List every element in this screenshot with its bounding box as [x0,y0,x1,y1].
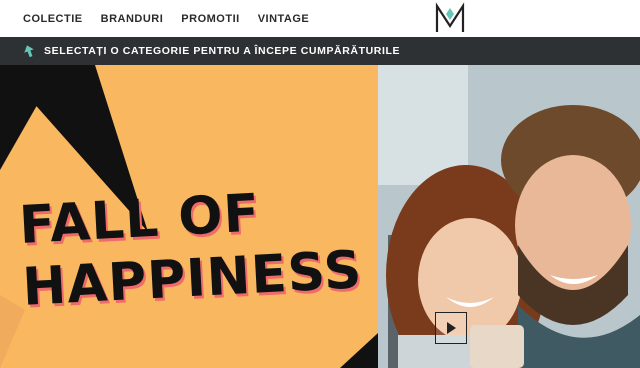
category-bar-text: SELECTAȚI O CATEGORIE PENTRU A ÎNCEPE CU… [44,45,401,57]
hero-headline: FALL OF HAPPINESS [18,181,378,317]
nav-item-branduri[interactable]: BRANDURI [101,13,164,25]
nav-item-promotii[interactable]: PROMOTII [181,13,239,25]
couple-photo-illustration [378,65,640,368]
play-icon [447,322,456,334]
nav-links: COLECTIE BRANDURI PROMOTII VINTAGE [0,13,309,25]
arrow-up-icon [24,45,34,58]
hero-banner[interactable]: FALL OF HAPPINESS [0,65,640,368]
hero-text-panel: FALL OF HAPPINESS [0,65,378,368]
hero-photo [378,65,640,368]
brand-logo[interactable] [434,2,466,34]
top-navigation: COLECTIE BRANDURI PROMOTII VINTAGE [0,0,640,37]
category-bar[interactable]: SELECTAȚI O CATEGORIE PENTRU A ÎNCEPE CU… [0,37,640,65]
nav-item-colectie[interactable]: COLECTIE [23,13,83,25]
play-video-button[interactable] [435,312,467,344]
nav-item-vintage[interactable]: VINTAGE [258,13,310,25]
